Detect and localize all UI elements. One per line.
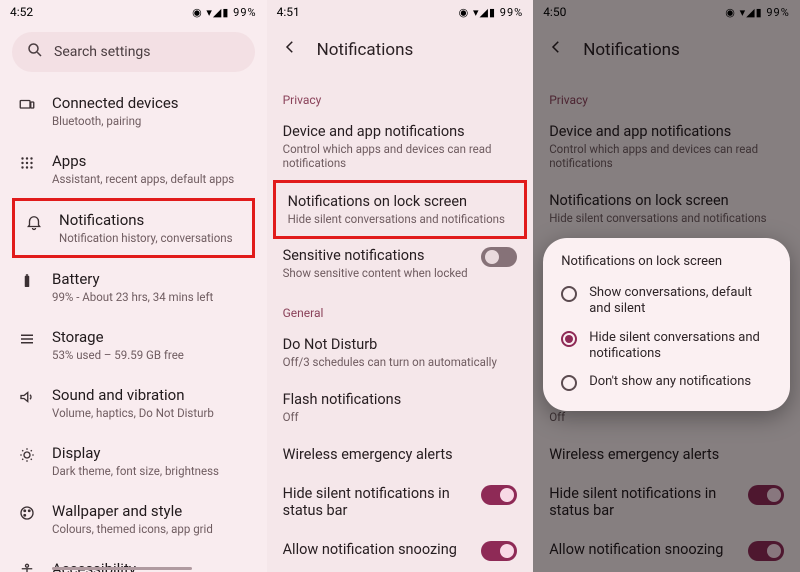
item-wallpaper[interactable]: Wallpaper and styleColours, themed icons… — [8, 490, 259, 548]
row-device-app-notifications[interactable]: Device and app notificationsControl whic… — [267, 113, 534, 182]
apps-icon — [16, 152, 38, 172]
dialog-title: Notifications on lock screen — [557, 254, 776, 269]
item-connected-devices[interactable]: Connected devicesBluetooth, pairing — [8, 82, 259, 140]
row-lock-screen-notifications[interactable]: Notifications on lock screenHide silent … — [276, 187, 525, 232]
status-icons: ◉ ▾◢▮ 99% — [192, 6, 257, 19]
accessibility-icon — [16, 560, 38, 572]
battery-icon — [16, 270, 38, 290]
sound-icon — [16, 386, 38, 406]
status-bar: 4:52 ◉ ▾◢▮ 99% — [0, 0, 267, 24]
search-icon — [26, 41, 44, 63]
row-hide-silent-status[interactable]: Hide silent notifications in status bar — [267, 475, 534, 531]
highlight-box-notifications: NotificationsNotification history, conve… — [12, 198, 255, 258]
back-icon[interactable] — [281, 38, 299, 61]
highlight-box-lockscreen: Notifications on lock screenHide silent … — [273, 180, 528, 239]
clock: 4:51 — [277, 5, 300, 19]
option-hide-all[interactable]: Don't show any notifications — [557, 368, 776, 397]
brightness-icon — [16, 444, 38, 464]
item-display[interactable]: DisplayDark theme, font size, brightness — [8, 432, 259, 490]
devices-icon — [16, 94, 38, 114]
radio-icon — [561, 286, 577, 302]
radio-icon-selected — [561, 331, 577, 347]
row-allow-snoozing[interactable]: Allow notification snoozing — [267, 531, 534, 572]
screenshot-settings-home: 4:52 ◉ ▾◢▮ 99% Search settings Connected… — [0, 0, 267, 572]
section-general: General — [267, 292, 534, 326]
toggle-sensitive[interactable] — [481, 247, 517, 267]
clock: 4:52 — [10, 5, 33, 19]
row-sensitive-notifications[interactable]: Sensitive notificationsShow sensitive co… — [267, 237, 534, 292]
option-show-all[interactable]: Show conversations, default and silent — [557, 279, 776, 324]
row-wireless-emergency[interactable]: Wireless emergency alerts — [267, 436, 534, 475]
status-icons: ◉ ▾◢▮ 99% — [459, 6, 524, 19]
scrollbar[interactable] — [52, 567, 192, 570]
page-header: Notifications — [267, 24, 534, 79]
item-apps[interactable]: AppsAssistant, recent apps, default apps — [8, 140, 259, 198]
palette-icon — [16, 502, 38, 522]
row-flash[interactable]: Flash notificationsOff — [267, 381, 534, 436]
settings-list: Connected devicesBluetooth, pairing Apps… — [0, 82, 267, 572]
search-placeholder: Search settings — [54, 44, 151, 60]
section-privacy: Privacy — [267, 79, 534, 113]
bell-icon — [23, 211, 45, 231]
screenshot-notifications-settings: 4:51 ◉ ▾◢▮ 99% Notifications Privacy Dev… — [267, 0, 534, 572]
row-dnd[interactable]: Do Not DisturbOff/3 schedules can turn o… — [267, 326, 534, 381]
radio-icon — [561, 375, 577, 391]
dialog-lockscreen-options: Notifications on lock screen Show conver… — [543, 238, 790, 411]
item-sound[interactable]: Sound and vibrationVolume, haptics, Do N… — [8, 374, 259, 432]
toggle-hide-silent[interactable] — [481, 485, 517, 505]
toggle-snooze[interactable] — [481, 541, 517, 561]
storage-icon — [16, 328, 38, 348]
item-battery[interactable]: Battery99% - About 23 hrs, 34 mins left — [8, 258, 259, 316]
option-hide-silent[interactable]: Hide silent conversations and notificati… — [557, 324, 776, 369]
search-settings[interactable]: Search settings — [12, 32, 255, 72]
status-bar: 4:51 ◉ ▾◢▮ 99% — [267, 0, 534, 24]
item-notifications[interactable]: NotificationsNotification history, conve… — [19, 209, 248, 247]
page-title: Notifications — [317, 40, 414, 60]
screenshot-lockscreen-dialog: 4:50 ◉ ▾◢▮ 99% Notifications Privacy Dev… — [533, 0, 800, 572]
item-storage[interactable]: Storage53% used – 59.59 GB free — [8, 316, 259, 374]
